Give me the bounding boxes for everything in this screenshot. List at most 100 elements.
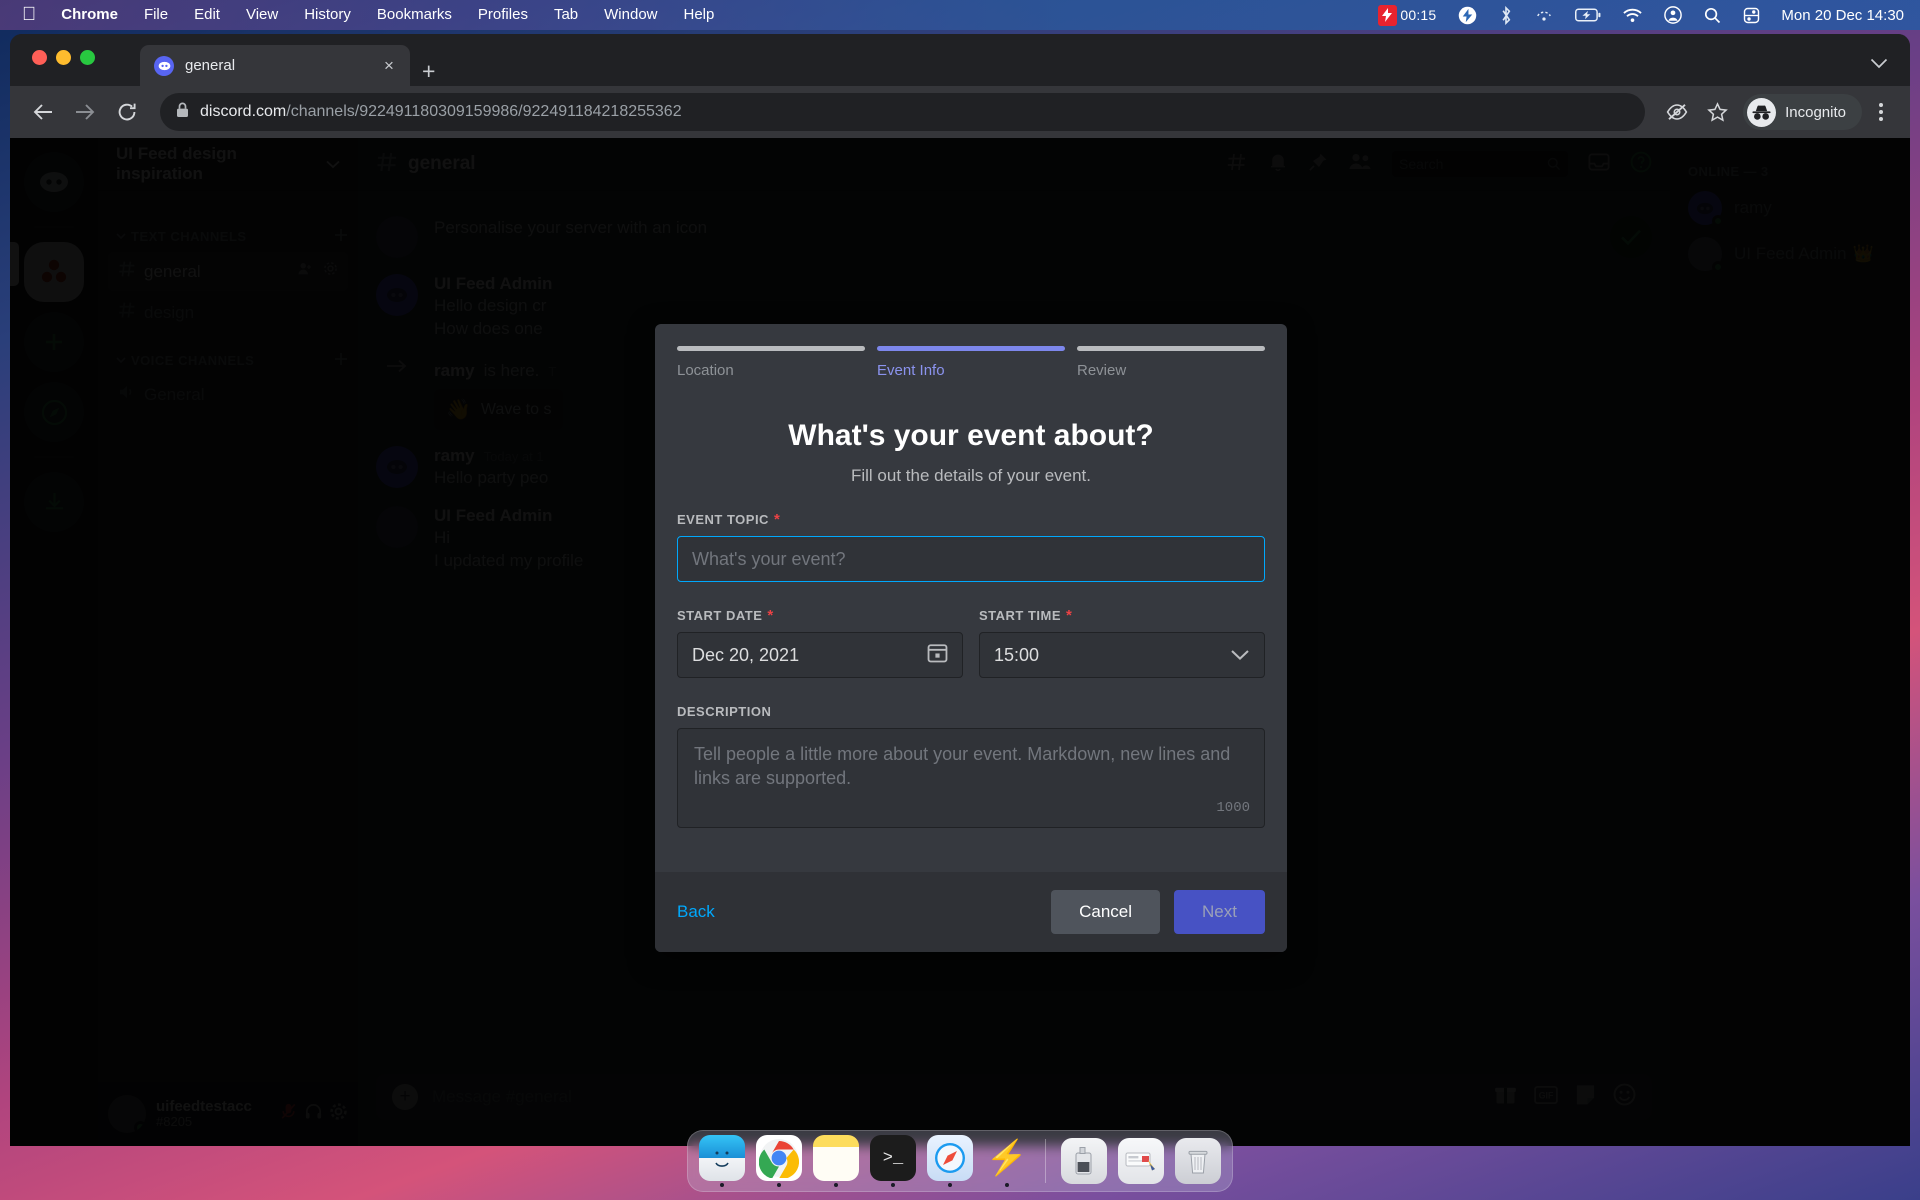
user-account-icon[interactable] xyxy=(1653,6,1693,24)
maximize-window-button[interactable] xyxy=(80,50,95,65)
required-asterisk: * xyxy=(1066,607,1073,624)
modal-footer: Back Cancel Next xyxy=(655,872,1287,952)
step-label: Location xyxy=(677,362,734,379)
menu-item-help[interactable]: Help xyxy=(671,0,728,30)
mac-menu-bar:  Chrome File Edit View History Bookmark… xyxy=(0,0,1920,30)
minimize-window-button[interactable] xyxy=(56,50,71,65)
event-topic-placeholder: What's your event? xyxy=(692,548,846,569)
safari-icon xyxy=(927,1135,973,1181)
chevron-down-icon[interactable] xyxy=(1870,56,1888,74)
close-window-button[interactable] xyxy=(32,50,47,65)
description-label-row: DESCRIPTION xyxy=(677,704,1265,719)
incognito-icon xyxy=(1747,97,1777,127)
dock-item-finder[interactable] xyxy=(697,1135,747,1187)
forward-arrow-icon[interactable] xyxy=(66,93,104,131)
menu-item-tab[interactable]: Tab xyxy=(541,0,591,30)
control-center-icon[interactable] xyxy=(1732,7,1771,24)
menu-item-edit[interactable]: Edit xyxy=(181,0,233,30)
field-description: DESCRIPTION Tell people a little more ab… xyxy=(677,704,1265,828)
step-review[interactable]: Review xyxy=(1077,346,1265,379)
calendar-icon[interactable] xyxy=(927,642,948,668)
menu-item-window[interactable]: Window xyxy=(591,0,670,30)
close-tab-icon[interactable]: × xyxy=(378,56,400,76)
step-bar xyxy=(877,346,1065,351)
dock-item-safari[interactable] xyxy=(925,1135,975,1187)
step-label: Event Info xyxy=(877,362,945,379)
start-date-label: START DATE xyxy=(677,608,763,623)
step-bar xyxy=(1077,346,1265,351)
chrome-menu-icon[interactable] xyxy=(1866,103,1896,121)
address-bar[interactable]: discord.com/channels/922491180309159986/… xyxy=(160,93,1646,131)
menu-bar-clock[interactable]: Mon 20 Dec 14:30 xyxy=(1771,7,1904,24)
back-arrow-icon[interactable] xyxy=(24,93,62,131)
finder-icon xyxy=(699,1135,745,1181)
description-textarea[interactable]: Tell people a little more about your eve… xyxy=(677,728,1265,828)
chrome-window: general × + discord.com/channels/9224911… xyxy=(10,34,1910,1146)
character-counter: 1000 xyxy=(1216,800,1250,817)
event-topic-input[interactable]: What's your event? xyxy=(677,536,1265,582)
url-text: discord.com/channels/922491180309159986/… xyxy=(200,103,682,121)
incognito-profile-button[interactable]: Incognito xyxy=(1743,94,1862,130)
wifi-icon[interactable] xyxy=(1612,8,1653,23)
field-event-topic: EVENT TOPIC * What's your event? xyxy=(677,512,1265,582)
back-button[interactable]: Back xyxy=(677,902,715,922)
hide-icon[interactable] xyxy=(1659,94,1695,130)
menu-item-file[interactable]: File xyxy=(131,0,181,30)
new-tab-button[interactable]: + xyxy=(422,60,435,83)
bookmark-star-icon[interactable] xyxy=(1699,94,1735,130)
running-indicator xyxy=(720,1183,724,1187)
step-event-info[interactable]: Event Info xyxy=(877,346,1065,379)
step-label: Review xyxy=(1077,362,1127,379)
airdrop-icon[interactable] xyxy=(1524,6,1564,24)
battery-charging-icon[interactable] xyxy=(1564,8,1612,22)
url-host: discord.com xyxy=(200,103,287,120)
cancel-button[interactable]: Cancel xyxy=(1051,890,1161,934)
event-topic-label-row: EVENT TOPIC * xyxy=(677,512,1265,527)
menu-item-chrome[interactable]: Chrome xyxy=(48,0,131,30)
discord-icon xyxy=(154,55,174,76)
screen-recording-indicator[interactable]: 00:15 xyxy=(1367,4,1447,26)
step-location[interactable]: Location xyxy=(677,346,865,379)
dock-item-notes[interactable] xyxy=(811,1135,861,1187)
bluetooth-icon[interactable] xyxy=(1488,5,1524,25)
menu-item-history[interactable]: History xyxy=(291,0,364,30)
event-topic-label: EVENT TOPIC xyxy=(677,512,769,527)
menu-item-view[interactable]: View xyxy=(233,0,291,30)
required-asterisk: * xyxy=(773,511,781,528)
reload-icon[interactable] xyxy=(108,93,146,131)
window-controls[interactable] xyxy=(32,50,95,65)
browser-tab-general[interactable]: general × xyxy=(140,45,410,86)
start-date-label-row: START DATE * xyxy=(677,608,963,623)
mac-dock: >_ ⚡ xyxy=(687,1130,1233,1192)
dock-item-terminal[interactable]: >_ xyxy=(868,1135,918,1187)
chrome-icon xyxy=(756,1135,802,1181)
dock-item-chrome[interactable] xyxy=(754,1135,804,1187)
dock-item-cleaner[interactable] xyxy=(1059,1138,1109,1184)
modal-header-area: Location Event Info Review What's your e… xyxy=(655,324,1287,486)
next-button[interactable]: Next xyxy=(1174,890,1265,934)
modal-title: What's your event about? xyxy=(788,419,1154,452)
chrome-tab-strip: general × + xyxy=(10,34,1910,86)
field-start-date: START DATE * Dec 20, 2021 xyxy=(677,608,963,678)
dock-item-mail-attachment[interactable] xyxy=(1116,1138,1166,1184)
running-indicator xyxy=(948,1183,952,1187)
description-placeholder: Tell people a little more about your eve… xyxy=(694,744,1231,789)
start-time-label-row: START TIME * xyxy=(979,608,1265,623)
search-icon[interactable] xyxy=(1693,7,1732,24)
start-time-select[interactable]: 15:00 xyxy=(979,632,1265,678)
bolt-icon[interactable] xyxy=(1447,6,1488,25)
notes-icon xyxy=(813,1135,859,1181)
menu-item-profiles[interactable]: Profiles xyxy=(465,0,541,30)
incognito-label: Incognito xyxy=(1785,103,1846,121)
event-form: EVENT TOPIC * What's your event? START D… xyxy=(655,486,1287,850)
create-event-modal: Location Event Info Review What's your e… xyxy=(655,324,1287,952)
terminal-icon: >_ xyxy=(870,1135,916,1181)
menu-item-bookmarks[interactable]: Bookmarks xyxy=(364,0,465,30)
start-date-input[interactable]: Dec 20, 2021 xyxy=(677,632,963,678)
required-asterisk: * xyxy=(767,607,774,624)
dock-item-trash[interactable] xyxy=(1173,1138,1223,1184)
apple-logo-icon[interactable]:  xyxy=(14,1,48,29)
chevron-down-icon[interactable] xyxy=(1230,645,1250,666)
dock-item-lightning[interactable]: ⚡ xyxy=(982,1135,1032,1187)
recording-time: 00:15 xyxy=(1400,7,1437,23)
